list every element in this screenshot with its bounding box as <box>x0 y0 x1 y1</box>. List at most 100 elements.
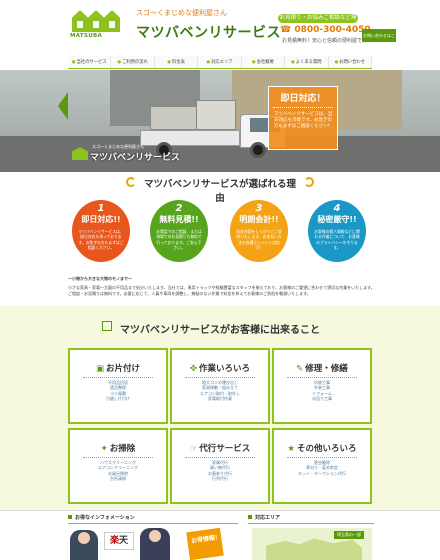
broom-icon: ✦ <box>100 444 108 454</box>
square-bullet-icon <box>68 515 72 519</box>
reason-text: マツバベンリサービスは、即日対応も承っております。お急ぎの方もまずはご相談くださ… <box>78 229 124 251</box>
map-region <box>266 538 362 560</box>
service-link[interactable]: 行列代行 <box>172 476 268 481</box>
nav-item-contact[interactable]: ● お問い合わせ <box>329 56 372 68</box>
service-card-various-work[interactable]: ✜ 作業いろいろ 粗大ゴミの運び出し 家具移動・組み立て エアコン取付・取外し 家… <box>170 348 270 424</box>
service-card-title-text: 代行サービス <box>199 444 251 454</box>
window-icon <box>93 21 99 28</box>
reason-title: 即日対応!! <box>81 215 121 224</box>
reason-title: 秘密厳守!! <box>317 215 357 224</box>
nav-item-services[interactable]: ● 当社のサービス <box>68 56 112 68</box>
brand-name[interactable]: マツバベンリサービス <box>136 22 281 42</box>
service-link[interactable]: 引越し片付け <box>70 396 166 401</box>
tools-icon: ✜ <box>189 364 198 374</box>
nav-item-label: よくある質問 <box>295 60 322 65</box>
laurel-right-icon <box>304 177 314 187</box>
nav-item-company[interactable]: ● 会社概要 <box>242 56 286 68</box>
rakuten-char: 天 <box>119 536 129 546</box>
divider <box>83 377 153 378</box>
service-card-proxy[interactable]: ☞ 代行サービス 家事代行 買い物代行 お墓参り代行 行列代行 <box>170 428 270 504</box>
services-title: マツバベンリサービスがお客様に出来ること <box>120 325 320 336</box>
page: MATSUBA スゴ～くまじめな便利屋さん マツバベンリサービス お見積り・お悩… <box>0 0 440 560</box>
bullet-icon: ● <box>117 59 122 65</box>
service-link[interactable]: 台所清掃 <box>70 476 166 481</box>
service-card-title: ▣ お片付け <box>70 362 166 374</box>
area-heading-text: 対応エリア <box>255 515 281 521</box>
service-card-title-text: 修理・修繕 <box>305 364 348 374</box>
intro-heading: ～小物から大きな大物のモノまで～ <box>68 276 132 281</box>
slider-prev-arrow-icon[interactable] <box>58 92 68 120</box>
rakuten-char: 楽 <box>109 536 119 546</box>
nav-item-area[interactable]: ● 対応エリア <box>198 56 242 68</box>
service-link[interactable]: 家電取付作業 <box>172 396 268 401</box>
service-card-cleanup[interactable]: ▣ お片付け 不用品回収 遺品整理 ゴミ屋敷 引越し片付け <box>68 348 168 424</box>
nav-item-label: お問い合わせ <box>339 60 365 65</box>
reasons-title: マツバベンリサービスが選ばれる理由 <box>143 179 296 204</box>
rakuten-banner[interactable]: 楽天 <box>104 532 134 550</box>
window-icon <box>77 21 83 28</box>
service-card-title: ✜ 作業いろいろ <box>172 362 268 374</box>
tagline: スゴ～くまじめな便利屋さん <box>136 9 227 17</box>
nav-item-faq[interactable]: ● よくある質問 <box>285 56 329 68</box>
service-card-title: ★ その他いろいろ <box>274 442 370 454</box>
service-link-list: 害虫駆除 草刈り・庭木剪定 ネット・オークション代行 <box>274 460 370 476</box>
service-card-cleaning[interactable]: ✦ お掃除 ハウスクリーニング エアコンクリーニング お風呂掃除 台所清掃 <box>68 428 168 504</box>
callout-title: 即日対応！ <box>273 91 333 108</box>
contact-form-button[interactable]: お問い合わせはこちら <box>362 29 396 51</box>
deal-badge[interactable]: お得情報! <box>186 527 224 560</box>
global-nav: ● 当社のサービス ● ご利用の流れ ● 料金表 ● 対応エリア ● 会社概要 ● よくある… <box>68 56 372 69</box>
face-icon <box>149 530 161 542</box>
bullet-icon: ● <box>251 59 256 65</box>
house-icon <box>72 147 88 160</box>
intro-body: 小さな家具・家電～大量の不用品まで処分いたします。当社では、専用トラックや経験豊… <box>68 285 375 296</box>
hero-caption: スゴ～くまじめな便利屋さん マツバベンリサービス <box>72 144 192 164</box>
site-header: MATSUBA スゴ～くまじめな便利屋さん マツバベンリサービス お見積り・お悩… <box>0 0 440 56</box>
logo[interactable] <box>70 8 130 46</box>
laurel-left-icon <box>126 177 136 187</box>
hand-icon: ☞ <box>189 444 198 454</box>
box-icon: ▣ <box>95 364 104 374</box>
bullet-icon: ● <box>71 59 76 65</box>
service-card-other[interactable]: ★ その他いろいろ 害虫駆除 草刈り・庭木剪定 ネット・オークション代行 <box>272 428 372 504</box>
intro-section: ～小物から大きな大物のモノまで～ 小さな家具・家電～大量の不用品まで処分いたしま… <box>68 276 376 297</box>
nav-item-pricing[interactable]: ● 料金表 <box>155 56 199 68</box>
bullet-icon: ● <box>167 59 171 65</box>
area-heading: 対応エリア <box>248 514 374 524</box>
bullet-icon: ● <box>334 59 339 65</box>
truck-wheel <box>250 142 266 158</box>
nav-item-label: 料金表 <box>171 60 185 65</box>
reason-number: 2 <box>175 203 183 214</box>
divider <box>83 457 153 458</box>
service-link[interactable]: ネット・オークション代行 <box>274 471 370 476</box>
logo-word: MATSUBA <box>70 33 103 39</box>
reason-number: 4 <box>333 203 341 214</box>
nav-item-label: 対応エリア <box>211 60 233 65</box>
staff-photo <box>140 528 170 560</box>
reason-card-4: 4 秘密厳守!! お客様の個人情報などに関わる作業について、お客様のプライバシー… <box>308 200 366 262</box>
nav-item-flow[interactable]: ● ご利用の流れ <box>111 56 155 68</box>
window-icon <box>109 21 115 28</box>
reason-text: 料金内容をしっかりとご説明いたします。お支払い方法も各種クレジット対応可！ <box>236 229 282 251</box>
service-link-list: ハウスクリーニング エアコンクリーニング お風呂掃除 台所清掃 <box>70 460 166 482</box>
service-link[interactable]: 水回り工事 <box>274 396 370 401</box>
info-heading: お得なインフォメーション <box>68 514 238 524</box>
reason-text: お電話でのご相談、または現場でのお見積りも無料で行っております。ご安心下さい。 <box>156 229 202 251</box>
service-card-repair[interactable]: ✎ 修理・修繕 内装工事 外装工事 リフォーム 水回り工事 <box>272 348 372 424</box>
nav-item-label: 会社概要 <box>256 60 274 65</box>
service-card-title-text: お片付け <box>106 364 141 374</box>
service-card-title: ✎ 修理・修繕 <box>274 362 370 374</box>
reason-text: お客様の個人情報などに関わる作業について、お客様のプライバシーを守ります。 <box>314 229 360 251</box>
reason-title: 無料見積!! <box>159 215 199 224</box>
reason-card-1: 1 即日対応!! マツバベンリサービスは、即日対応も承っております。お急ぎの方も… <box>72 200 130 262</box>
reason-card-3: 3 明朗会計!! 料金内容をしっかりとご説明いたします。お支払い方法も各種クレジ… <box>230 200 288 262</box>
star-icon: ★ <box>287 444 296 454</box>
bullet-icon: ● <box>291 59 295 65</box>
service-link-list: 粗大ゴミの運び出し 家具移動・組み立て エアコン取付・取外し 家電取付作業 <box>172 380 268 402</box>
service-card-title-text: その他いろいろ <box>297 444 357 454</box>
info-heading-text: お得なインフォメーション <box>75 515 135 521</box>
divider <box>185 377 255 378</box>
service-card-title-text: お掃除 <box>109 444 136 454</box>
phone-subtext: お見積無料！安心と信頼の便利屋です <box>282 38 368 44</box>
phone-number[interactable]: ☎ 0800-300-4050 <box>280 25 371 35</box>
hero-slider <box>0 70 440 172</box>
